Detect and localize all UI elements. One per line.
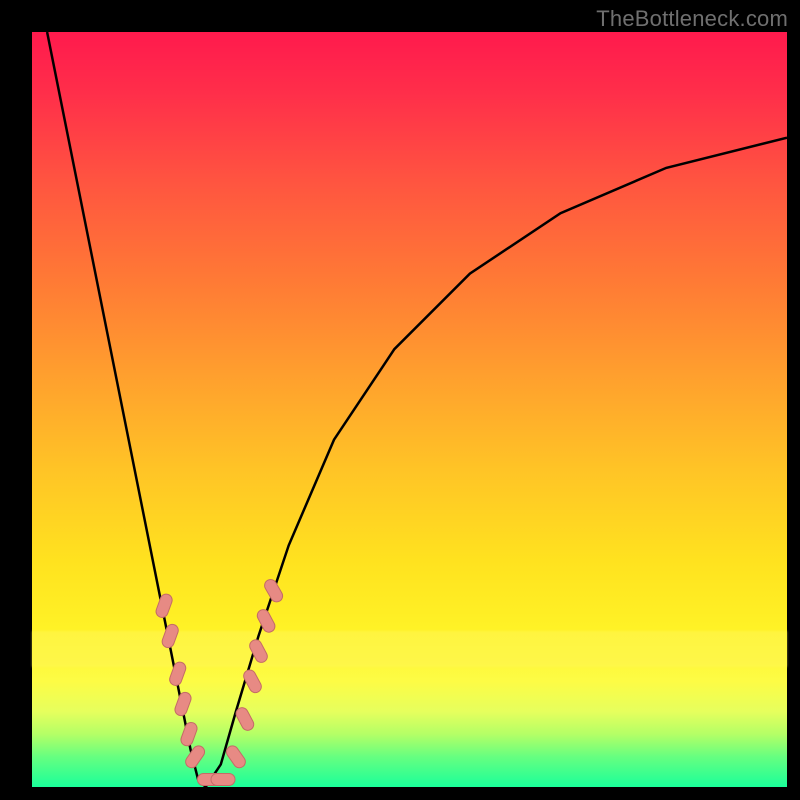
data-marker — [179, 721, 198, 748]
data-marker — [183, 744, 207, 771]
marker-layer — [154, 577, 284, 785]
data-marker — [168, 660, 187, 687]
data-marker — [224, 744, 248, 771]
attribution-text: TheBottleneck.com — [596, 6, 788, 32]
data-marker — [173, 691, 192, 718]
data-marker — [154, 592, 173, 619]
chart-svg — [32, 32, 787, 787]
curve-layer — [47, 32, 787, 787]
bottleneck-curve — [47, 32, 787, 787]
data-marker — [255, 607, 277, 634]
plot-area — [32, 32, 787, 787]
data-marker — [262, 577, 284, 604]
data-marker — [160, 623, 179, 650]
data-marker — [211, 774, 235, 786]
chart-frame: TheBottleneck.com — [0, 0, 800, 800]
data-marker — [234, 706, 256, 733]
